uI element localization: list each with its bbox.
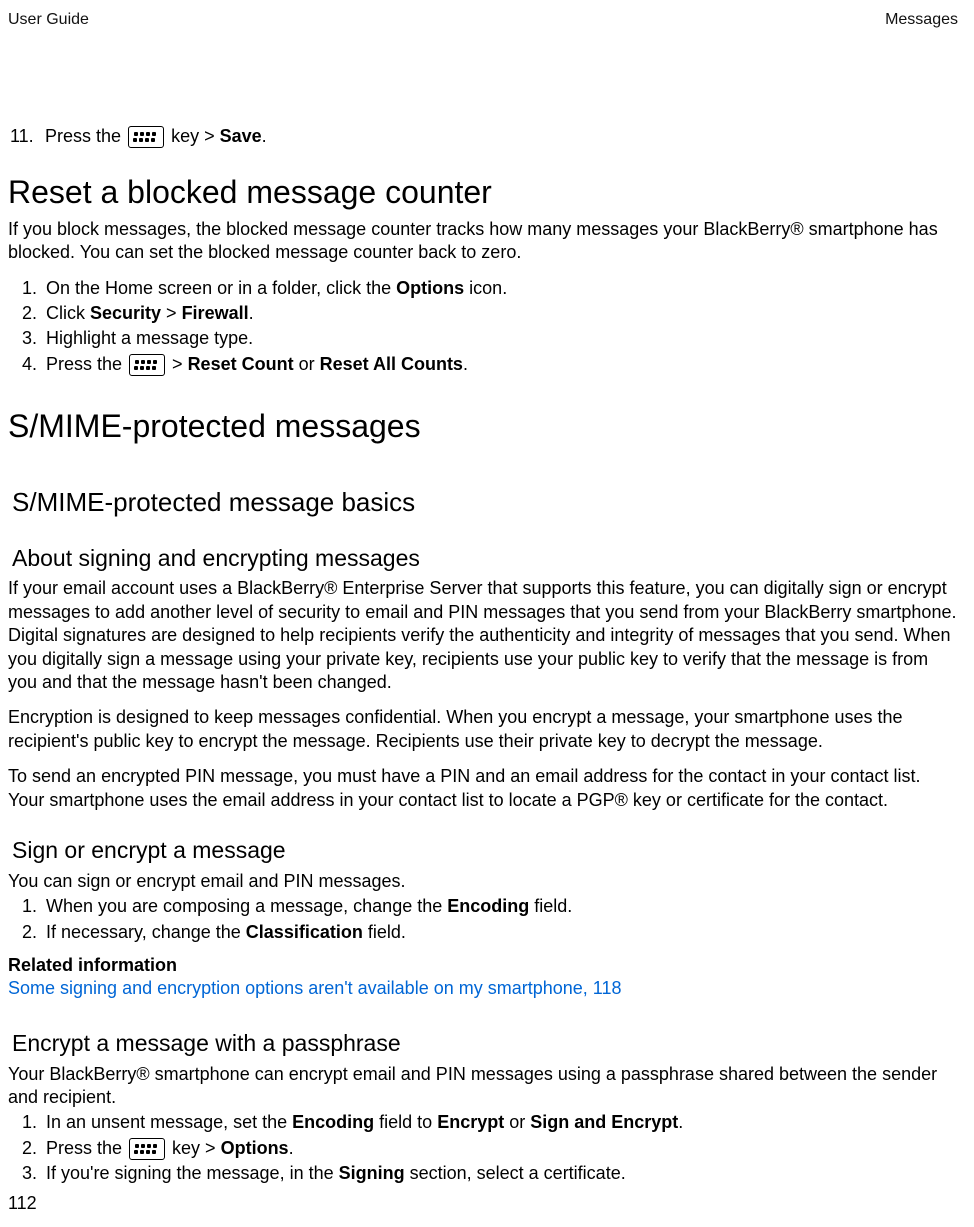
reset-step-4: Press the > Reset Count or Reset All Cou… (42, 353, 958, 376)
heading-sign-or-encrypt: Sign or encrypt a message (12, 836, 958, 866)
page-root: User Guide Messages Press the key > Save… (0, 0, 974, 1227)
pass-step-2: Press the key > Options. (42, 1137, 958, 1160)
reset-counter-steps: On the Home screen or in a folder, click… (8, 277, 958, 377)
step-11: Press the key > Save. (8, 125, 958, 148)
sign-step-1: When you are composing a message, change… (42, 895, 958, 918)
heading-reset-counter: Reset a blocked message counter (8, 172, 958, 214)
content-area: Press the key > Save. Reset a blocked me… (0, 125, 966, 1186)
blackberry-key-icon (129, 354, 165, 376)
blackberry-key-icon (128, 126, 164, 148)
reset-step-3: Highlight a message type. (42, 327, 958, 350)
sign-step-2: If necessary, change the Classification … (42, 921, 958, 944)
heading-about-signing: About signing and encrypting messages (12, 544, 958, 574)
related-link[interactable]: Some signing and encryption options aren… (8, 978, 621, 998)
page-footer: 112 (0, 1192, 45, 1215)
step-11-tail: . (262, 126, 267, 146)
related-info-heading: Related information (8, 954, 958, 977)
sign-encrypt-intro: You can sign or encrypt email and PIN me… (8, 870, 958, 893)
reset-step-2: Click Security > Firewall. (42, 302, 958, 325)
about-p2: Encryption is designed to keep messages … (8, 706, 958, 753)
reset-counter-intro: If you block messages, the blocked messa… (8, 218, 958, 265)
heading-smime: S/MIME-protected messages (8, 406, 958, 448)
step-11-pre: Press the (45, 126, 126, 146)
page-header: User Guide Messages (0, 10, 966, 31)
passphrase-intro: Your BlackBerry® smartphone can encrypt … (8, 1063, 958, 1110)
reset-step-1: On the Home screen or in a folder, click… (42, 277, 958, 300)
passphrase-steps: In an unsent message, set the Encoding f… (8, 1111, 958, 1185)
continued-step-list: Press the key > Save. (8, 125, 958, 148)
pass-step-1: In an unsent message, set the Encoding f… (42, 1111, 958, 1134)
header-right: Messages (885, 10, 958, 31)
step-11-action: Save (220, 126, 262, 146)
header-left: User Guide (8, 10, 89, 31)
heading-encrypt-passphrase: Encrypt a message with a passphrase (12, 1029, 958, 1059)
sign-encrypt-steps: When you are composing a message, change… (8, 895, 958, 944)
page-number: 112 (8, 1193, 37, 1213)
about-p1: If your email account uses a BlackBerry®… (8, 577, 958, 694)
about-p3: To send an encrypted PIN message, you mu… (8, 765, 958, 812)
heading-smime-basics: S/MIME-protected message basics (12, 486, 958, 520)
pass-step-3: If you're signing the message, in the Si… (42, 1162, 958, 1185)
blackberry-key-icon (129, 1138, 165, 1160)
step-11-post: key > (166, 126, 220, 146)
